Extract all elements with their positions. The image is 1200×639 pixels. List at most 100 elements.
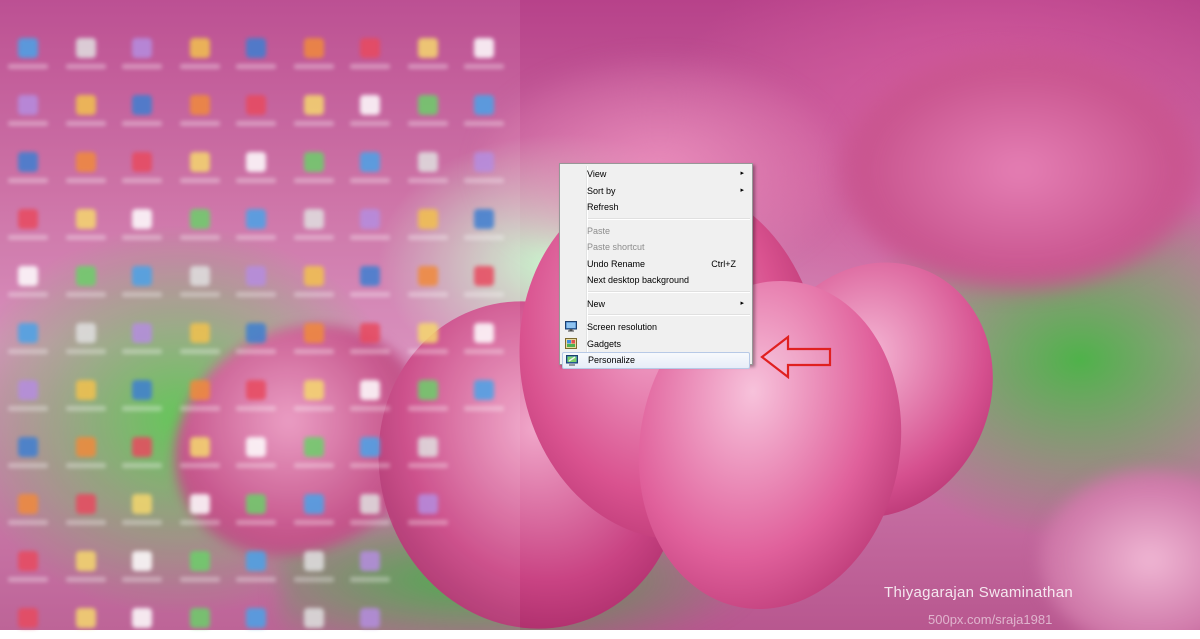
desktop-shortcut-icon[interactable] bbox=[418, 380, 438, 400]
desktop-shortcut-icon[interactable] bbox=[418, 152, 438, 172]
desktop-shortcut-icon[interactable] bbox=[246, 38, 266, 58]
desktop-shortcut-icon[interactable] bbox=[360, 209, 380, 229]
desktop-shortcut-icon[interactable] bbox=[132, 380, 152, 400]
desktop-shortcut-icon[interactable] bbox=[18, 95, 38, 115]
desktop-shortcut-icon[interactable] bbox=[246, 323, 266, 343]
desktop-shortcut-icon[interactable] bbox=[304, 437, 324, 457]
desktop-shortcut-icon[interactable] bbox=[304, 95, 324, 115]
menu-item-undo-rename[interactable]: Undo Rename Ctrl+Z bbox=[562, 256, 750, 273]
desktop-shortcut-icon[interactable] bbox=[474, 95, 494, 115]
desktop-shortcut-icon[interactable] bbox=[418, 38, 438, 58]
desktop-shortcut-icon[interactable] bbox=[190, 551, 210, 571]
desktop-shortcut-icon[interactable] bbox=[76, 380, 96, 400]
desktop-shortcut-icon[interactable] bbox=[360, 494, 380, 514]
menu-item-next-desktop-background[interactable]: Next desktop background bbox=[562, 272, 750, 289]
desktop-shortcut-icon[interactable] bbox=[76, 437, 96, 457]
desktop-shortcut-icon[interactable] bbox=[190, 380, 210, 400]
desktop-shortcut-icon[interactable] bbox=[190, 209, 210, 229]
desktop-shortcut-icon[interactable] bbox=[360, 323, 380, 343]
desktop-shortcut-icon[interactable] bbox=[132, 608, 152, 628]
desktop-shortcut-icon[interactable] bbox=[304, 551, 324, 571]
desktop-shortcut-icon[interactable] bbox=[190, 608, 210, 628]
desktop-shortcut-icon[interactable] bbox=[304, 323, 324, 343]
desktop-shortcut-icon[interactable] bbox=[360, 608, 380, 628]
desktop-shortcut-icon[interactable] bbox=[132, 551, 152, 571]
desktop-shortcut-icon[interactable] bbox=[18, 209, 38, 229]
desktop-shortcut-icon[interactable] bbox=[246, 380, 266, 400]
menu-item-personalize[interactable]: Personalize bbox=[562, 352, 750, 369]
desktop-shortcut-icon[interactable] bbox=[76, 95, 96, 115]
desktop-shortcut-icon[interactable] bbox=[190, 494, 210, 514]
desktop-shortcut-icon[interactable] bbox=[474, 323, 494, 343]
desktop-shortcut-icon[interactable] bbox=[132, 266, 152, 286]
desktop-shortcut-icon[interactable] bbox=[18, 494, 38, 514]
desktop-shortcut-icon[interactable] bbox=[360, 152, 380, 172]
menu-item-view[interactable]: View ▸ bbox=[562, 166, 750, 183]
desktop-shortcut-icon[interactable] bbox=[418, 95, 438, 115]
desktop-shortcut-icon[interactable] bbox=[360, 551, 380, 571]
desktop-shortcut-icon[interactable] bbox=[76, 608, 96, 628]
desktop-shortcut-icon[interactable] bbox=[18, 323, 38, 343]
desktop-shortcut-icon[interactable] bbox=[246, 608, 266, 628]
desktop-shortcut-icon[interactable] bbox=[246, 494, 266, 514]
menu-item-screen-resolution[interactable]: Screen resolution bbox=[562, 319, 750, 336]
desktop-shortcut-icon[interactable] bbox=[474, 380, 494, 400]
desktop-shortcut-icon[interactable] bbox=[304, 152, 324, 172]
desktop-shortcut-icon[interactable] bbox=[304, 608, 324, 628]
desktop-shortcut-icon[interactable] bbox=[304, 209, 324, 229]
desktop-shortcut-icon[interactable] bbox=[360, 437, 380, 457]
desktop-shortcut-icon[interactable] bbox=[246, 152, 266, 172]
desktop-shortcut-icon[interactable] bbox=[246, 551, 266, 571]
desktop-shortcut-icon[interactable] bbox=[18, 380, 38, 400]
desktop-shortcut-icon[interactable] bbox=[360, 95, 380, 115]
menu-item-paste-shortcut[interactable]: Paste shortcut bbox=[562, 239, 750, 256]
desktop-shortcut-icon[interactable] bbox=[360, 38, 380, 58]
desktop-shortcut-icon[interactable] bbox=[246, 95, 266, 115]
desktop-shortcut-icon[interactable] bbox=[132, 38, 152, 58]
desktop-shortcut-icon[interactable] bbox=[18, 38, 38, 58]
desktop-shortcut-icon[interactable] bbox=[132, 437, 152, 457]
desktop-shortcut-icon[interactable] bbox=[246, 209, 266, 229]
desktop-shortcut-icon[interactable] bbox=[190, 323, 210, 343]
desktop-shortcut-icon[interactable] bbox=[18, 608, 38, 628]
desktop-shortcut-icon[interactable] bbox=[132, 152, 152, 172]
desktop-shortcut-icon[interactable] bbox=[132, 323, 152, 343]
desktop-shortcut-icon[interactable] bbox=[418, 209, 438, 229]
desktop-shortcut-icon[interactable] bbox=[304, 38, 324, 58]
desktop-shortcut-icon[interactable] bbox=[246, 437, 266, 457]
desktop-shortcut-icon[interactable] bbox=[304, 494, 324, 514]
desktop-shortcut-icon[interactable] bbox=[18, 437, 38, 457]
desktop-shortcut-icon[interactable] bbox=[18, 551, 38, 571]
menu-item-new[interactable]: New ▸ bbox=[562, 296, 750, 313]
desktop-shortcut-icon[interactable] bbox=[246, 266, 266, 286]
desktop-shortcut-icon[interactable] bbox=[76, 152, 96, 172]
desktop-shortcut-icon[interactable] bbox=[474, 152, 494, 172]
menu-item-sort-by[interactable]: Sort by ▸ bbox=[562, 183, 750, 200]
desktop-shortcut-icon[interactable] bbox=[418, 494, 438, 514]
desktop-shortcut-icon[interactable] bbox=[474, 38, 494, 58]
desktop-shortcut-icon[interactable] bbox=[76, 209, 96, 229]
desktop-shortcut-icon[interactable] bbox=[418, 266, 438, 286]
menu-item-refresh[interactable]: Refresh bbox=[562, 199, 750, 216]
desktop-shortcut-icon[interactable] bbox=[76, 266, 96, 286]
desktop-shortcut-icon[interactable] bbox=[76, 551, 96, 571]
desktop-shortcut-icon[interactable] bbox=[190, 152, 210, 172]
desktop-shortcut-icon[interactable] bbox=[190, 437, 210, 457]
desktop-shortcut-icon[interactable] bbox=[190, 95, 210, 115]
desktop-shortcut-icon[interactable] bbox=[76, 323, 96, 343]
desktop-shortcut-icon[interactable] bbox=[18, 266, 38, 286]
menu-item-gadgets[interactable]: Gadgets bbox=[562, 336, 750, 353]
desktop-shortcut-icon[interactable] bbox=[18, 152, 38, 172]
desktop-shortcut-icon[interactable] bbox=[190, 266, 210, 286]
desktop-shortcut-icon[interactable] bbox=[132, 494, 152, 514]
desktop-shortcut-icon[interactable] bbox=[418, 323, 438, 343]
desktop-shortcut-icon[interactable] bbox=[190, 38, 210, 58]
desktop-shortcut-icon[interactable] bbox=[474, 209, 494, 229]
desktop-shortcut-icon[interactable] bbox=[418, 437, 438, 457]
desktop-shortcut-icon[interactable] bbox=[304, 266, 324, 286]
desktop-shortcut-icon[interactable] bbox=[76, 494, 96, 514]
desktop-shortcut-icon[interactable] bbox=[304, 380, 324, 400]
menu-item-paste[interactable]: Paste bbox=[562, 223, 750, 240]
desktop-shortcut-icon[interactable] bbox=[132, 209, 152, 229]
desktop-shortcut-icon[interactable] bbox=[360, 266, 380, 286]
